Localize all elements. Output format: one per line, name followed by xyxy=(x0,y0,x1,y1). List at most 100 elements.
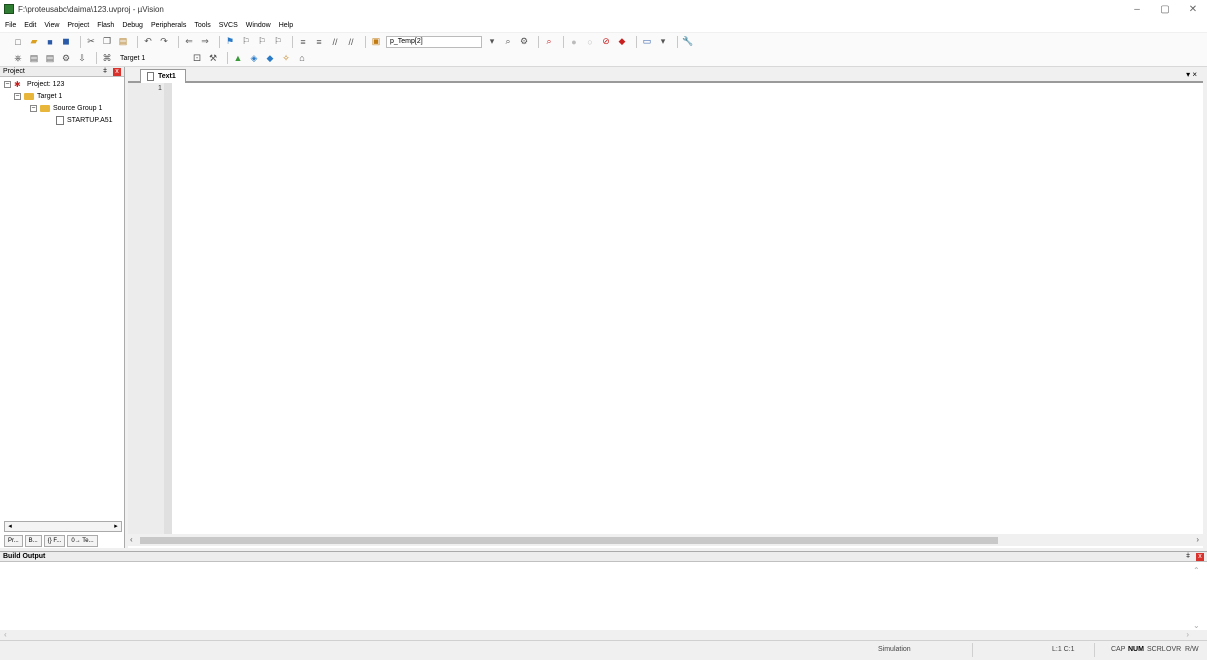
undo-icon[interactable]: ↶ xyxy=(142,36,154,48)
close-icon[interactable]: x xyxy=(113,68,121,76)
menu-help[interactable]: Help xyxy=(279,22,293,29)
incremental-find-icon[interactable]: ⌕ xyxy=(502,36,514,48)
menu-file[interactable]: File xyxy=(5,22,16,29)
manage-items-icon[interactable]: ▲ xyxy=(232,52,244,64)
bookmark-next-icon[interactable]: ⚐ xyxy=(256,36,268,48)
find-icon[interactable]: ▾ xyxy=(486,36,498,48)
configure-icon[interactable]: ⚙ xyxy=(518,36,530,48)
kill-all-breakpoints-icon[interactable]: ◆ xyxy=(616,36,628,48)
tab-project[interactable]: Pr... xyxy=(4,535,23,547)
find-in-files-icon[interactable]: ▣ xyxy=(370,36,382,48)
menu-project[interactable]: Project xyxy=(67,22,89,29)
kill-breakpoints-icon[interactable]: ⊘ xyxy=(600,36,612,48)
new-file-icon[interactable]: □ xyxy=(12,36,24,48)
paste-icon[interactable]: ▤ xyxy=(117,36,129,48)
status-divider xyxy=(1094,643,1095,657)
build-output-header: Build Output ǂ x xyxy=(0,552,1207,562)
scroll-left-icon[interactable]: ‹ xyxy=(130,535,133,544)
tab-books[interactable]: B... xyxy=(24,535,42,547)
translate-icon[interactable]: ⎈ xyxy=(12,52,24,64)
scroll-thumb[interactable] xyxy=(140,537,998,544)
tree-item-file[interactable]: STARTUP.A51 xyxy=(56,115,113,126)
menu-edit[interactable]: Edit xyxy=(24,22,36,29)
menu-svcs[interactable]: SVCS xyxy=(219,22,238,29)
tab-text1[interactable]: Text1 xyxy=(140,69,186,83)
cut-icon[interactable]: ✂ xyxy=(85,36,97,48)
menu-view[interactable]: View xyxy=(44,22,59,29)
comment-icon[interactable]: // xyxy=(329,36,341,48)
target-options-icon[interactable]: ⚀ xyxy=(191,52,203,64)
run-time-env-icon[interactable]: ◆ xyxy=(264,52,276,64)
menu-peripherals[interactable]: Peripherals xyxy=(151,22,186,29)
tab-functions[interactable]: {} F... xyxy=(43,535,66,547)
scroll-left-icon[interactable]: ‹ xyxy=(4,630,7,639)
menu-window[interactable]: Window xyxy=(246,22,271,29)
disable-breakpoint-icon[interactable]: ○ xyxy=(584,36,596,48)
pin-icon[interactable]: ǂ xyxy=(103,68,109,75)
build-hscrollbar[interactable]: ‹ › xyxy=(0,630,1207,640)
toolbar-separator xyxy=(137,35,138,48)
select-packs-icon[interactable]: ◈ xyxy=(248,52,260,64)
tree-item-project[interactable]: – ✱ Project: 123 xyxy=(4,79,64,90)
toolbar-separator xyxy=(178,35,179,48)
menu-flash[interactable]: Flash xyxy=(97,22,114,29)
uncomment-icon[interactable]: // xyxy=(345,36,357,48)
scroll-right-icon[interactable]: ▸ xyxy=(111,522,121,531)
rebuild-icon[interactable]: ▤ xyxy=(44,52,56,64)
menu-tools[interactable]: Tools xyxy=(194,22,210,29)
pin-icon[interactable]: ǂ xyxy=(1186,553,1192,560)
project-hscrollbar[interactable]: ◂ ▸ xyxy=(4,521,122,532)
close-icon[interactable]: x xyxy=(1196,553,1204,561)
menu-debug[interactable]: Debug xyxy=(122,22,143,29)
close-button[interactable]: ✕ xyxy=(1179,0,1207,18)
scroll-right-icon[interactable]: › xyxy=(1186,630,1189,639)
chevron-down-icon[interactable]: ▾ xyxy=(657,36,669,48)
tree-item-group[interactable]: – Source Group 1 xyxy=(30,103,102,114)
debug-session-icon[interactable]: ⌕ xyxy=(543,36,555,48)
multi-project-icon[interactable]: ⌂ xyxy=(296,52,308,64)
download-icon[interactable]: ⇩ xyxy=(76,52,88,64)
editor-tab-menu[interactable]: ▾ × xyxy=(1186,70,1197,79)
save-icon[interactable]: ■ xyxy=(44,36,56,48)
editor-area: Text1 ▾ × 1 ‹ › xyxy=(128,67,1203,548)
copy-icon[interactable]: ❐ xyxy=(101,36,113,48)
toolbar-separator xyxy=(563,35,564,48)
bookmark-clear-icon[interactable]: ⚐ xyxy=(272,36,284,48)
collapse-icon[interactable]: – xyxy=(30,105,37,112)
bookmark-prev-icon[interactable]: ⚐ xyxy=(240,36,252,48)
tools-icon[interactable]: 🔧 xyxy=(682,36,694,48)
scroll-down-icon[interactable]: ⌄ xyxy=(1193,621,1200,630)
redo-icon[interactable]: ↷ xyxy=(158,36,170,48)
unindent-icon[interactable]: ≡ xyxy=(313,36,325,48)
save-all-icon[interactable]: ◼ xyxy=(60,36,72,48)
bookmark-toggle-icon[interactable]: ⚑ xyxy=(224,36,236,48)
find-combo[interactable]: p_Temp[2] xyxy=(386,35,482,48)
tab-templates[interactable]: 0→ Te... xyxy=(67,535,98,547)
tree-item-target[interactable]: – Target 1 xyxy=(14,91,62,102)
collapse-icon[interactable]: – xyxy=(4,81,11,88)
scroll-left-icon[interactable]: ◂ xyxy=(5,522,15,531)
manage-components-icon[interactable]: ⚒ xyxy=(207,52,219,64)
scroll-up-icon[interactable]: ⌃ xyxy=(1193,566,1200,575)
nav-back-icon[interactable]: ⇐ xyxy=(183,36,195,48)
build-icon[interactable]: ▤ xyxy=(28,52,40,64)
minimize-button[interactable]: – xyxy=(1123,0,1151,18)
stop-build-icon[interactable]: ⌘ xyxy=(101,52,113,64)
restore-button[interactable]: ▢ xyxy=(1151,0,1179,18)
status-ovr: OVR xyxy=(1166,646,1182,653)
app-icon xyxy=(4,4,14,14)
window-layout-icon[interactable]: ▭ xyxy=(641,36,653,48)
scroll-right-icon[interactable]: › xyxy=(1196,535,1199,544)
project-panel: Project ǂ x – ✱ Project: 123 – Target 1 … xyxy=(0,67,125,548)
collapse-icon[interactable]: – xyxy=(14,93,21,100)
batch-build-icon[interactable]: ⚙ xyxy=(60,52,72,64)
target-select[interactable]: Target 1 xyxy=(117,52,187,64)
open-file-icon[interactable]: ▰ xyxy=(28,36,40,48)
tree-item-label: Target 1 xyxy=(37,93,63,100)
breakpoint-icon[interactable]: ● xyxy=(568,36,580,48)
indent-icon[interactable]: ≡ xyxy=(297,36,309,48)
build-vscrollbar[interactable]: ⌃ ⌄ xyxy=(1193,564,1204,630)
nav-forward-icon[interactable]: ⇒ xyxy=(199,36,211,48)
pack-installer-icon[interactable]: ✧ xyxy=(280,52,292,64)
editor-hscrollbar[interactable]: ‹ › xyxy=(128,534,1203,546)
